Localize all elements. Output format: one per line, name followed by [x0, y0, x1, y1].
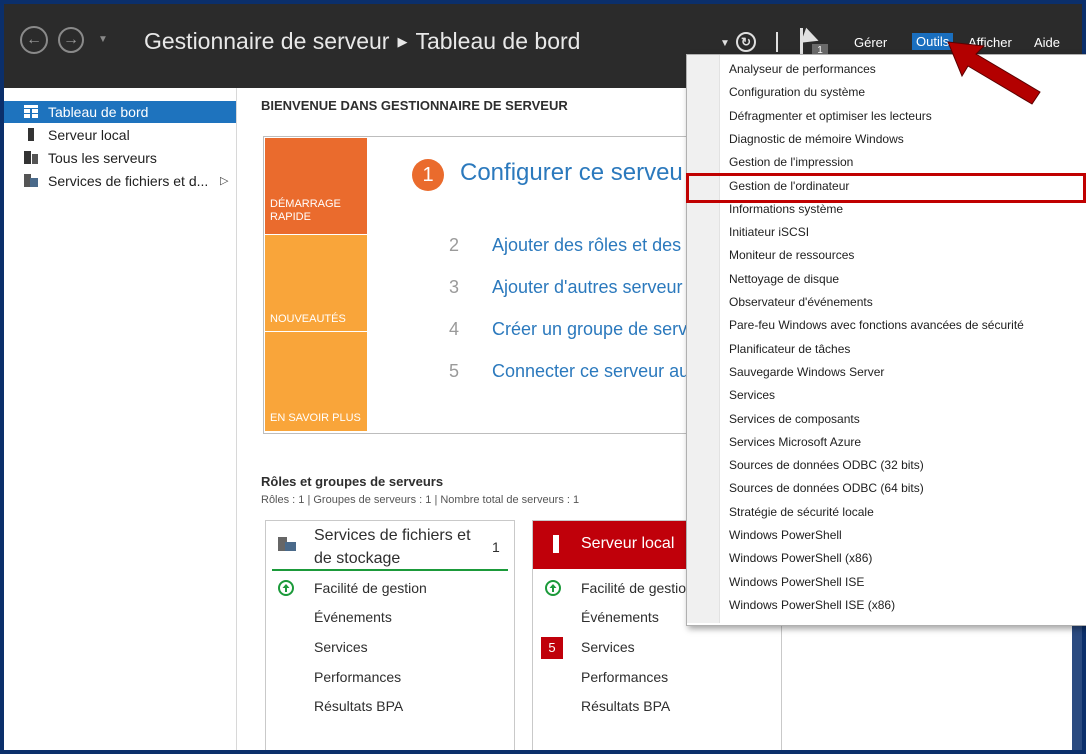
menu-gerer[interactable]: Gérer	[854, 35, 887, 50]
tile-whats-new[interactable]: NOUVEAUTÉS	[265, 235, 367, 331]
card-row-services[interactable]: Services	[314, 639, 368, 655]
sidebar-item-local-server[interactable]: Serveur local	[4, 124, 236, 146]
breadcrumb-app: Gestionnaire de serveur	[144, 28, 390, 54]
card-title-line2[interactable]: de stockage	[314, 550, 400, 568]
toolbar-divider	[776, 32, 778, 52]
tools-menu-item[interactable]: Moniteur de ressources	[729, 248, 854, 262]
tools-menu-item[interactable]: Analyseur de performances	[729, 62, 876, 76]
tools-menu-item[interactable]: Windows PowerShell ISE	[729, 575, 864, 589]
card-role-count: 1	[492, 539, 500, 555]
sidebar-item-all-servers[interactable]: Tous les serveurs	[4, 147, 236, 169]
step-2-number: 2	[449, 235, 460, 255]
forward-button[interactable]: →	[58, 27, 84, 53]
sidebar-item-dashboard[interactable]: Tableau de bord	[4, 101, 236, 123]
file-services-icon	[24, 174, 38, 187]
tools-menu-item[interactable]: Sources de données ODBC (32 bits)	[729, 458, 924, 472]
tools-menu-item[interactable]: Configuration du système	[729, 85, 865, 99]
tools-menu-item[interactable]: Sauvegarde Windows Server	[729, 365, 884, 379]
tools-menu-item[interactable]: Informations système	[729, 202, 843, 216]
tools-menu-item[interactable]: Sources de données ODBC (64 bits)	[729, 481, 924, 495]
card-title-line1[interactable]: Services de fichiers et	[314, 527, 471, 545]
sidebar-item-label: Tableau de bord	[48, 104, 149, 120]
servers-icon	[24, 151, 38, 164]
card-row-services[interactable]: Services	[581, 639, 635, 655]
tools-menu-item[interactable]: Observateur d'événements	[729, 295, 873, 309]
back-button[interactable]: ←	[20, 26, 48, 54]
breadcrumb-separator-icon: ▶	[397, 34, 408, 49]
history-dropdown-icon[interactable]: ▼	[98, 34, 108, 45]
server-icon	[553, 535, 559, 553]
step-connect-link[interactable]: Connecter ce serveur au	[492, 361, 689, 382]
breadcrumb: Gestionnaire de serveur ▶ Tableau de bord	[144, 28, 580, 55]
file-services-icon	[278, 537, 296, 551]
tile-learn-more-label: EN SAVOIR PLUS	[270, 412, 361, 424]
card-row-bpa-results[interactable]: Résultats BPA	[581, 698, 670, 714]
step-1-badge: 1	[412, 159, 444, 191]
card-row-performance[interactable]: Performances	[581, 669, 668, 685]
tools-menu-item[interactable]: Windows PowerShell	[729, 528, 842, 542]
scrollbar[interactable]	[1072, 624, 1082, 750]
tile-whats-new-label: NOUVEAUTÉS	[270, 313, 346, 325]
card-title: Serveur local	[581, 535, 675, 552]
tools-menu-item[interactable]: Stratégie de sécurité locale	[729, 505, 874, 519]
card-row-performance[interactable]: Performances	[314, 669, 401, 685]
tools-menu-item[interactable]: Services	[729, 388, 775, 402]
sidebar-item-label: Services de fichiers et d...	[48, 173, 209, 189]
tools-menu-item[interactable]: Services de composants	[729, 412, 860, 426]
card-row-manageability[interactable]: Facilité de gestio	[581, 580, 686, 596]
step-3-number: 3	[449, 277, 460, 297]
step-add-roles-link[interactable]: Ajouter des rôles et des	[492, 235, 681, 256]
annotation-highlight-box	[686, 173, 1086, 203]
tools-menu-item[interactable]: Windows PowerShell ISE (x86)	[729, 598, 895, 612]
tools-menu-item[interactable]: Pare-feu Windows avec fonctions avancées…	[729, 318, 1024, 332]
quick-start-panel: DÉMARRAGE RAPIDE NOUVEAUTÉS EN SAVOIR PL…	[263, 136, 735, 434]
tools-menu-item[interactable]: Initiateur iSCSI	[729, 225, 809, 239]
annotation-arrow-icon	[947, 41, 1041, 105]
tile-quick-start[interactable]: DÉMARRAGE RAPIDE	[265, 138, 367, 234]
tools-menu-item[interactable]: Diagnostic de mémoire Windows	[729, 132, 904, 146]
step-5-number: 5	[449, 361, 460, 381]
breadcrumb-page: Tableau de bord	[415, 28, 581, 54]
tools-menu-item[interactable]: Défragmenter et optimiser les lecteurs	[729, 109, 932, 123]
sidebar-item-label: Serveur local	[48, 127, 130, 143]
sidebar-item-label: Tous les serveurs	[48, 150, 157, 166]
roles-summary: Rôles : 1 | Groupes de serveurs : 1 | No…	[261, 494, 580, 506]
tools-menu-item[interactable]: Planificateur de tâches	[729, 342, 850, 356]
status-up-icon	[545, 580, 561, 596]
status-up-icon	[278, 580, 294, 596]
step-add-servers-link[interactable]: Ajouter d'autres serveur	[492, 277, 683, 298]
step-configure-link[interactable]: Configurer ce serveu	[460, 159, 683, 187]
roles-heading: Rôles et groupes de serveurs	[261, 474, 444, 489]
role-card-file-services: Services de fichiers et de stockage 1 Fa…	[265, 520, 515, 750]
tile-quick-start-label: DÉMARRAGE RAPIDE	[270, 198, 341, 223]
tools-menu-item[interactable]: Gestion de l'impression	[729, 155, 853, 169]
expand-arrow-icon[interactable]: ▷	[220, 170, 228, 192]
tools-menu-item[interactable]: Nettoyage de disque	[729, 272, 839, 286]
card-row-bpa-results[interactable]: Résultats BPA	[314, 698, 403, 714]
tools-menu-item[interactable]: Windows PowerShell (x86)	[729, 551, 872, 565]
sidebar: Tableau de bord Serveur local Tous les s…	[4, 88, 237, 750]
tools-dropdown-menu: Analyseur de performances Configuration d…	[686, 54, 1086, 626]
card-row-events[interactable]: Événements	[581, 609, 659, 625]
welcome-heading: BIENVENUE DANS GESTIONNAIRE DE SERVEUR	[261, 98, 568, 113]
menu-icon-gutter	[687, 55, 720, 623]
card-row-manageability[interactable]: Facilité de gestion	[314, 580, 427, 596]
card-row-events[interactable]: Événements	[314, 609, 392, 625]
step-4-number: 4	[449, 319, 460, 339]
sidebar-item-file-services[interactable]: Services de fichiers et d... ▷	[4, 170, 236, 192]
refresh-icon[interactable]: ↻	[736, 32, 756, 52]
card-status-underline	[272, 569, 508, 571]
server-icon	[28, 128, 34, 141]
tools-menu-item[interactable]: Services Microsoft Azure	[729, 435, 861, 449]
breadcrumb-dropdown-icon[interactable]: ▼	[720, 38, 730, 49]
tile-learn-more[interactable]: EN SAVOIR PLUS	[265, 332, 367, 431]
services-alert-badge: 5	[541, 637, 563, 659]
step-create-group-link[interactable]: Créer un groupe de serv	[492, 319, 687, 340]
dashboard-grid-icon	[24, 105, 38, 118]
